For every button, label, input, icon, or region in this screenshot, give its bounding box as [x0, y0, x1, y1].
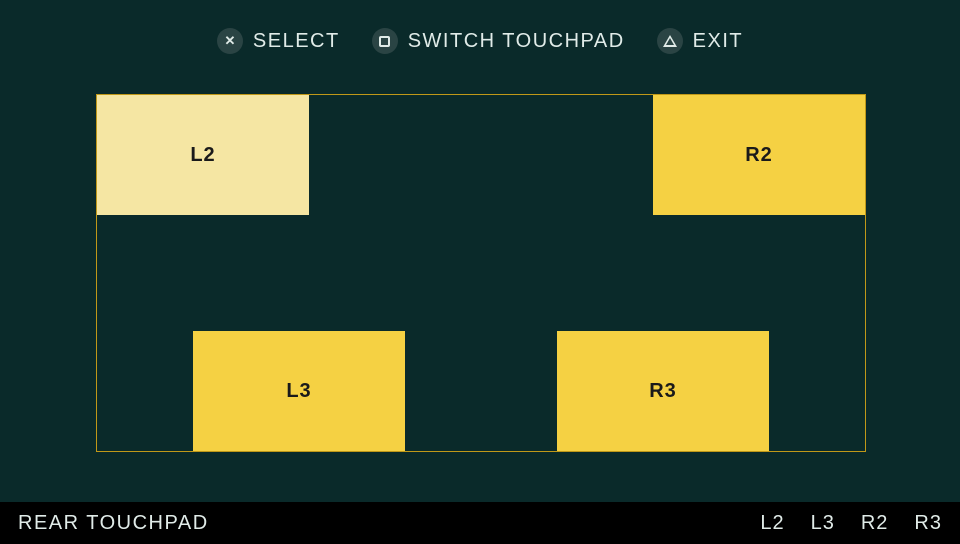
select-label: SELECT [253, 30, 340, 53]
header-controls: ✕ SELECT SWITCH TOUCHPAD EXIT [0, 28, 960, 54]
footer-indicator-l3: L3 [811, 512, 835, 535]
square-icon [372, 28, 398, 54]
exit-control: EXIT [657, 28, 743, 54]
footer-indicator-r3: R3 [914, 512, 942, 535]
zone-r3[interactable]: R3 [557, 331, 769, 451]
switch-label: SWITCH TOUCHPAD [408, 30, 625, 53]
zone-l3[interactable]: L3 [193, 331, 405, 451]
zone-l2[interactable]: L2 [97, 95, 309, 215]
footer-indicator-r2: R2 [861, 512, 889, 535]
zone-r2[interactable]: R2 [653, 95, 865, 215]
footer-indicators: L2 L3 R2 R3 [760, 512, 942, 535]
footer-bar: REAR TOUCHPAD L2 L3 R2 R3 [0, 502, 960, 544]
triangle-icon [657, 28, 683, 54]
footer-indicator-l2: L2 [760, 512, 784, 535]
footer-mode-label: REAR TOUCHPAD [18, 512, 209, 535]
exit-label: EXIT [693, 30, 743, 53]
cross-icon: ✕ [217, 28, 243, 54]
select-control: ✕ SELECT [217, 28, 340, 54]
switch-touchpad-control: SWITCH TOUCHPAD [372, 28, 625, 54]
touchpad-frame[interactable]: L2 R2 L3 R3 [96, 94, 866, 452]
